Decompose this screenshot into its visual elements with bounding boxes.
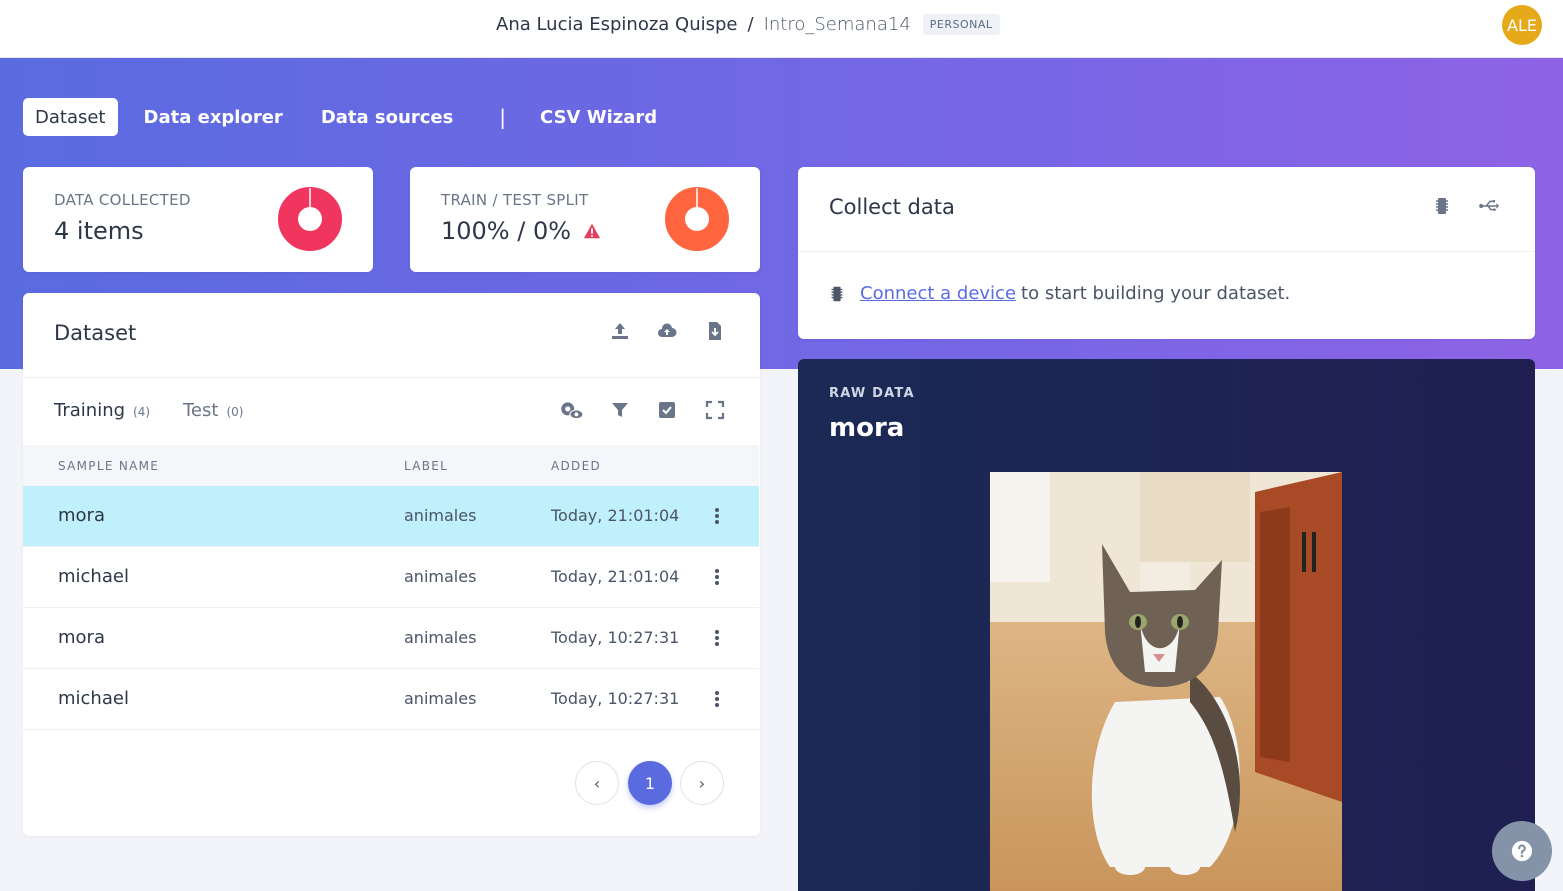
personal-badge: PERSONAL [922, 14, 1000, 35]
tab-dataset[interactable]: Dataset [23, 98, 118, 136]
tab-data-sources[interactable]: Data sources [309, 98, 465, 136]
dataset-panel: Dataset Training (4) Test (0) SAMPLE NAM… [23, 293, 760, 836]
split-value: 100% / 0% [441, 217, 572, 245]
column-label[interactable]: LABEL [404, 459, 448, 473]
table-row[interactable]: michael animales Today, 21:01:04 [23, 547, 759, 608]
collect-data-title: Collect data [829, 195, 955, 219]
avatar[interactable]: ALE [1502, 5, 1542, 45]
upload-icon[interactable] [609, 320, 631, 342]
row-menu-icon[interactable] [709, 567, 725, 587]
device-chip-icon [831, 286, 843, 301]
split-label: TRAIN / TEST SPLIT [441, 191, 589, 209]
settings-eye-icon[interactable] [557, 399, 585, 421]
sample-label: animales [404, 689, 477, 708]
tab-data-explorer[interactable]: Data explorer [132, 98, 295, 136]
data-collected-donut [278, 187, 342, 251]
pagination-page-button[interactable]: 1 [628, 761, 672, 805]
check-square-icon[interactable] [656, 399, 678, 421]
connect-device-link[interactable]: Connect a device [860, 283, 1016, 304]
file-download-icon[interactable] [704, 320, 726, 342]
split-donut [665, 187, 729, 251]
sample-name: mora [58, 505, 105, 526]
sample-added: Today, 10:27:31 [551, 689, 680, 708]
connect-device-message: Connect a device to start building your … [828, 283, 1290, 304]
data-collected-label: DATA COLLECTED [54, 191, 191, 209]
dataset-title: Dataset [54, 321, 137, 345]
sample-label: animales [404, 628, 477, 647]
row-menu-icon[interactable] [709, 689, 725, 709]
subtab-test[interactable]: Test (0) [183, 400, 243, 421]
device-chip-icon[interactable] [1431, 195, 1453, 217]
data-collected-value: 4 items [54, 217, 144, 245]
cloud-upload-icon[interactable] [656, 320, 678, 342]
usb-icon[interactable] [1478, 195, 1500, 217]
cat-photo [990, 472, 1342, 891]
subtab-test-count: (0) [226, 405, 244, 419]
raw-data-panel: RAW DATA mora [798, 359, 1535, 891]
warning-triangle-icon[interactable] [583, 222, 601, 240]
data-collected-card: DATA COLLECTED 4 items [23, 167, 373, 272]
column-added[interactable]: ADDED [551, 459, 601, 473]
train-test-split-card: TRAIN / TEST SPLIT 100% / 0% [410, 167, 760, 272]
table-row[interactable]: michael animales Today, 10:27:31 [23, 669, 759, 730]
tab-csv-wizard[interactable]: CSV Wizard [528, 98, 669, 136]
question-icon [1511, 840, 1533, 862]
table-header: SAMPLE NAME LABEL ADDED [23, 445, 759, 486]
sample-label: animales [404, 567, 477, 586]
subtab-test-label: Test [183, 400, 219, 421]
row-menu-icon[interactable] [709, 506, 725, 526]
sample-name: michael [58, 688, 129, 709]
breadcrumb-owner[interactable]: Ana Lucia Espinoza Quispe [496, 14, 738, 35]
subtab-training-label: Training [54, 400, 126, 421]
column-sample-name[interactable]: SAMPLE NAME [58, 459, 159, 473]
sample-name: michael [58, 566, 129, 587]
raw-data-label: RAW DATA [829, 386, 915, 401]
filter-icon[interactable] [609, 399, 631, 421]
connect-device-text: to start building your dataset. [1021, 283, 1291, 304]
raw-data-sample-name: mora [829, 413, 905, 443]
top-bar: Ana Lucia Espinoza Quispe / Intro_Semana… [0, 0, 1563, 58]
pagination-prev-button[interactable]: ‹ [575, 761, 619, 805]
collect-data-panel: Collect data Connect a device to start b… [798, 167, 1535, 339]
divider [23, 377, 760, 378]
breadcrumb: Ana Lucia Espinoza Quispe / Intro_Semana… [496, 14, 1000, 35]
help-button[interactable] [1492, 821, 1552, 881]
pagination-next-button[interactable]: › [680, 761, 724, 805]
sample-added: Today, 10:27:31 [551, 628, 680, 647]
sample-added: Today, 21:01:04 [551, 506, 680, 525]
row-menu-icon[interactable] [709, 628, 725, 648]
sample-label: animales [404, 506, 477, 525]
main-tabs: Dataset Data explorer Data sources | CSV… [23, 98, 683, 136]
table-row[interactable]: mora animales Today, 21:01:04 [23, 486, 759, 547]
divider [798, 251, 1535, 252]
breadcrumb-separator: / [747, 14, 754, 35]
sample-added: Today, 21:01:04 [551, 567, 680, 586]
split-value-wrap: 100% / 0% [441, 217, 601, 245]
subtab-training-count: (4) [133, 405, 151, 419]
tab-divider: | [499, 105, 507, 129]
fullscreen-icon[interactable] [704, 399, 726, 421]
table-row[interactable]: mora animales Today, 10:27:31 [23, 608, 759, 669]
breadcrumb-project[interactable]: Intro_Semana14 [764, 14, 911, 35]
subtab-training[interactable]: Training (4) [54, 400, 150, 421]
data-collected-value-wrap: 4 items [54, 217, 144, 245]
sample-name: mora [58, 627, 105, 648]
